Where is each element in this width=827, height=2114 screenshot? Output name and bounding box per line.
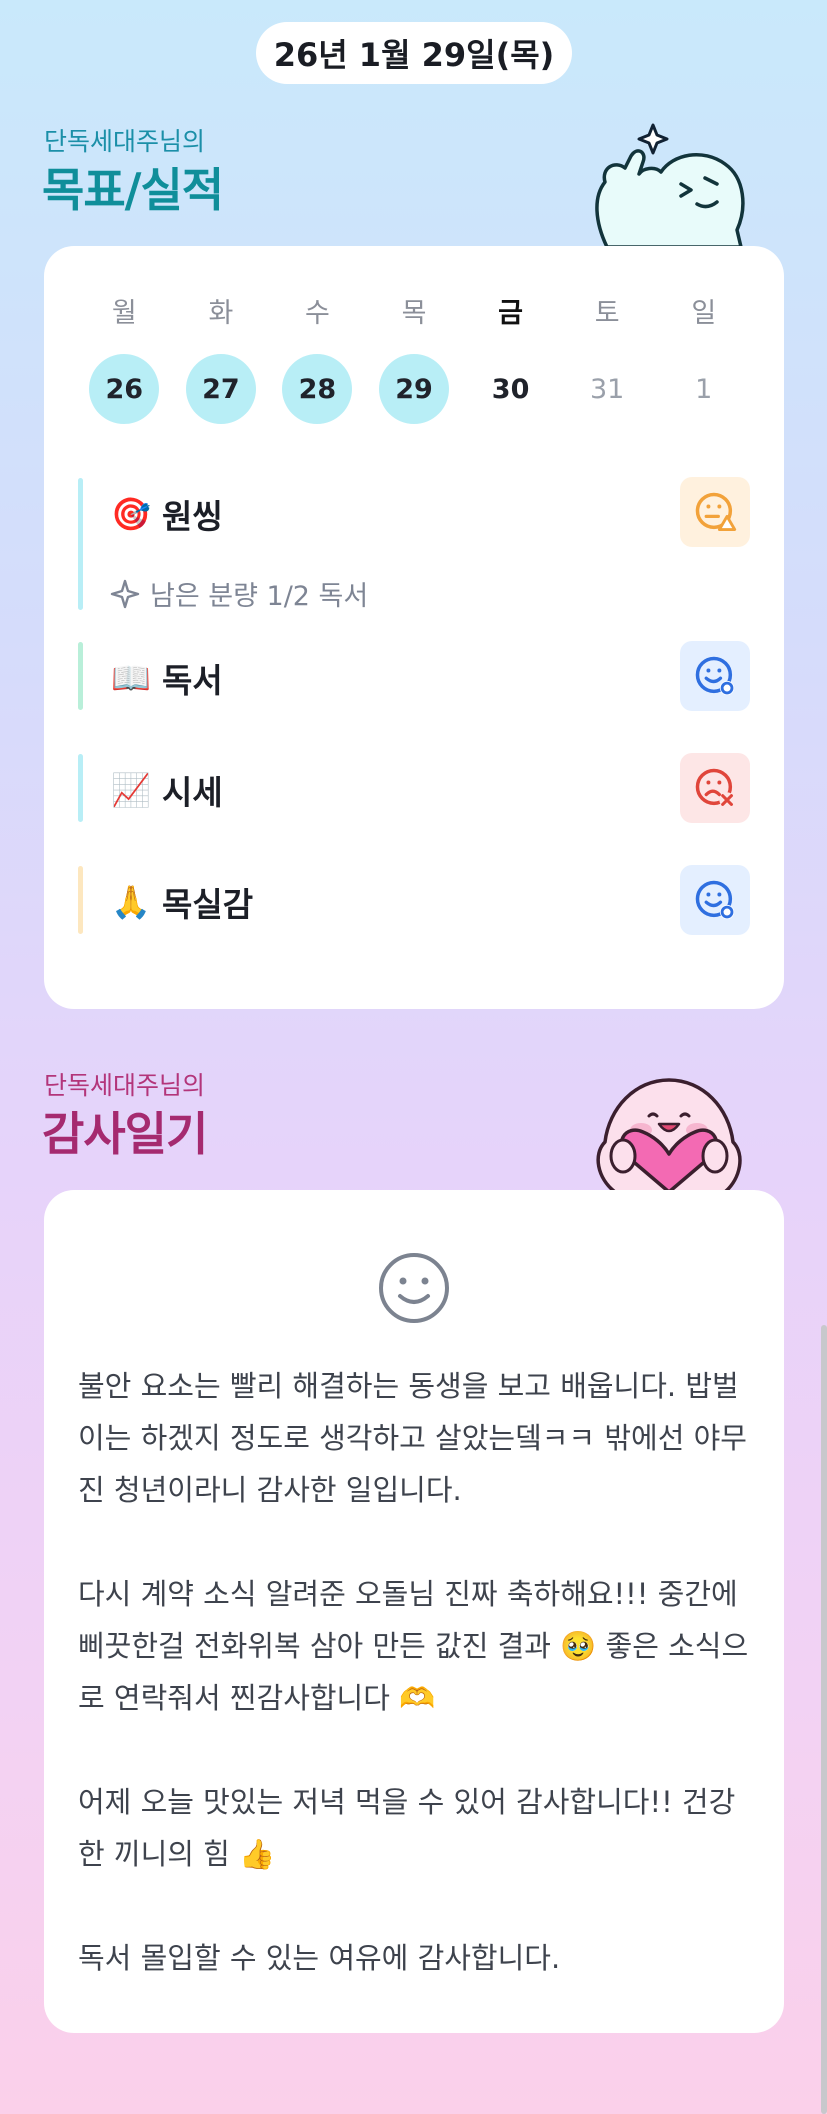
- goal-item[interactable]: 📖 독서: [78, 641, 750, 711]
- thanks-card: 불안 요소는 빨리 해결하는 동생을 보고 배웁니다. 밥벌이는 하겠지 정도로…: [44, 1190, 784, 2033]
- calendar-day[interactable]: 토 31: [559, 296, 656, 424]
- goal-name: 🎯 원씽: [110, 490, 223, 538]
- goal-color-bar: [78, 642, 83, 710]
- smile-face-icon: [379, 1253, 449, 1323]
- goal-name-label: 독서: [162, 661, 223, 700]
- calendar-day[interactable]: 월 26: [76, 296, 173, 424]
- goal-name: 📖 독서: [110, 654, 223, 702]
- goal-item[interactable]: 🙏 목실감: [78, 865, 750, 935]
- goals-section-title: 목표/실적: [42, 163, 224, 217]
- mascot-heart-illustration: [596, 1078, 742, 1192]
- week-calendar: 월 26 화 27 수 28 목 29 금 30 토 31 일 1: [76, 296, 752, 424]
- thanks-entry: 다시 계약 소식 알려준 오돌님 진짜 축하해요!!! 중간에 삐끗한걸 전화위…: [78, 1577, 749, 1715]
- goal-color-bar: [78, 478, 83, 610]
- thanks-entry: 어제 오늘 맛있는 저녁 먹을 수 있어 감사합니다!! 건강한 끼니의 힘 👍: [78, 1785, 736, 1871]
- sparkle-icon: [110, 579, 140, 608]
- page-scrollbar[interactable]: [821, 1325, 827, 2114]
- day-number: 29: [379, 354, 450, 424]
- thanks-section-subtitle: 단독세대주님의: [44, 1071, 206, 1100]
- day-name-label: 수: [305, 298, 330, 329]
- goal-status-failed-icon[interactable]: [680, 753, 750, 823]
- calendar-day[interactable]: 금 30: [462, 296, 559, 424]
- goal-status-done-icon[interactable]: [680, 641, 750, 711]
- date-pill[interactable]: 26년 1월 29일(목): [256, 22, 572, 84]
- goal-status-done-icon[interactable]: [680, 865, 750, 935]
- calendar-day[interactable]: 수 28: [269, 296, 366, 424]
- calendar-day[interactable]: 화 27: [173, 296, 270, 424]
- day-number: 27: [185, 354, 256, 424]
- day-number: 31: [589, 373, 625, 405]
- day-name-label: 화: [208, 298, 234, 329]
- day-number: 30: [491, 373, 530, 405]
- goal-emoji-icon: 🙏: [111, 883, 151, 921]
- goal-item[interactable]: 🎯 원씽 남은 분량 1/2 독서: [78, 477, 750, 613]
- day-name-label: 목: [401, 298, 427, 329]
- date-label: 26년 1월 29일(목): [273, 36, 555, 74]
- goals-section-subtitle: 단독세대주님의: [44, 127, 206, 156]
- goal-color-bar: [78, 754, 83, 822]
- thanks-entry: 불안 요소는 빨리 해결하는 동생을 보고 배웁니다. 밥벌이는 하겠지 정도로…: [78, 1369, 747, 1507]
- day-name-label: 월: [111, 298, 137, 329]
- calendar-day[interactable]: 일1: [655, 296, 752, 424]
- day-name-label: 일: [691, 298, 717, 329]
- thanks-diary-text: 불안 요소는 빨리 해결하는 동생을 보고 배웁니다. 밥벌이는 하겠지 정도로…: [78, 1360, 758, 1984]
- goal-name-label: 목실감: [162, 885, 254, 924]
- day-name-label: 토: [594, 298, 620, 329]
- goal-color-bar: [78, 866, 83, 934]
- goal-status-warning-icon[interactable]: [680, 477, 750, 547]
- day-name-label: 금: [498, 298, 524, 329]
- goals-card: 월 26 화 27 수 28 목 29 금 30 토 31 일 1 🎯 원씽 남은 분량 1/2 독서 📖 독서…: [44, 246, 784, 1009]
- goal-emoji-icon: 🎯: [111, 495, 151, 533]
- goal-name-label: 원씽: [162, 497, 223, 536]
- goal-emoji-icon: 📖: [111, 659, 151, 697]
- day-number: 26: [89, 354, 160, 424]
- mascot-thumbs-up-illustration: [595, 123, 745, 247]
- goal-name-label: 시세: [162, 773, 223, 812]
- goal-emoji-icon: 📈: [111, 771, 151, 809]
- goal-item[interactable]: 📈 시세: [78, 753, 750, 823]
- goal-remaining: 남은 분량 1/2 독서: [110, 574, 368, 613]
- day-number: 28: [282, 354, 353, 424]
- goal-name: 📈 시세: [110, 766, 223, 814]
- calendar-day[interactable]: 목 29: [366, 296, 463, 424]
- thanks-entry: 독서 몰입할 수 있는 여유에 감사합니다.: [78, 1941, 561, 1975]
- goal-remaining-label: 남은 분량 1/2 독서: [150, 581, 369, 612]
- day-number: 1: [695, 373, 713, 405]
- goal-name: 🙏 목실감: [110, 878, 253, 926]
- thanks-section-title: 감사일기: [42, 1107, 208, 1161]
